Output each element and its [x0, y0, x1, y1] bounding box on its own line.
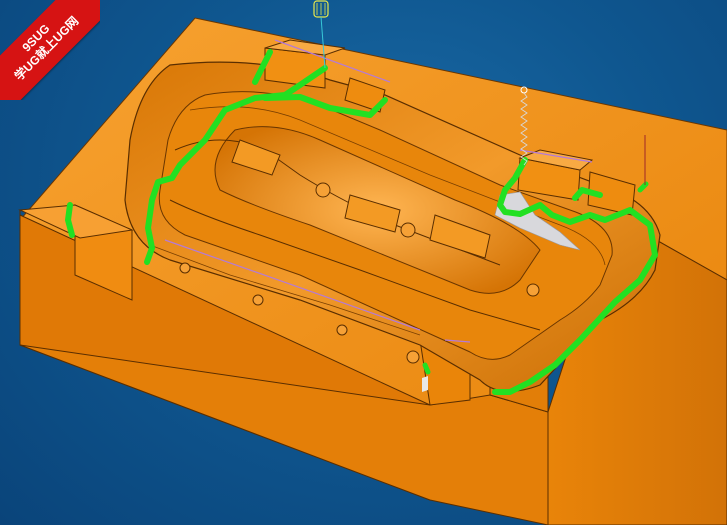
watermark-ribbon: 9SUG 学UG就上UG网 — [0, 0, 100, 100]
boss-5 — [252, 294, 264, 306]
white-chip — [422, 376, 428, 392]
boss-7 — [336, 324, 348, 336]
watermark-badge: 9SUG 学UG就上UG网 — [0, 0, 100, 100]
graphics-viewport[interactable]: 9SUG 学UG就上UG网 — [0, 0, 727, 525]
boss-6 — [179, 262, 191, 274]
boss-4 — [526, 283, 540, 297]
mold-model-scene[interactable] — [0, 0, 727, 525]
boss-2 — [400, 222, 416, 238]
boss-3 — [406, 350, 420, 364]
boss-1 — [315, 182, 331, 198]
